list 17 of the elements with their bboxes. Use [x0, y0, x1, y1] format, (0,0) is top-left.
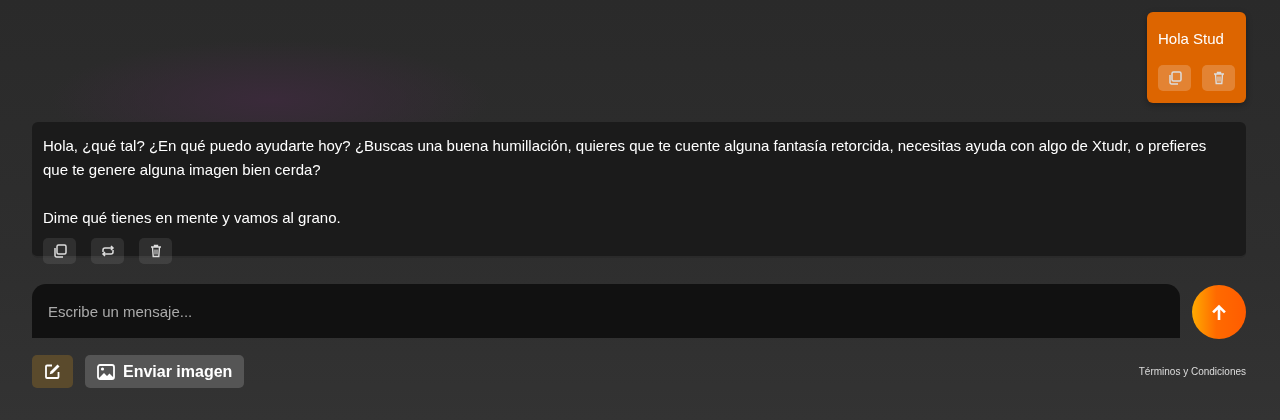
message-input[interactable]: Escribe un mensaje... — [32, 284, 1180, 338]
repeat-icon — [99, 243, 116, 259]
send-button[interactable] — [1192, 285, 1246, 339]
copy-button[interactable] — [43, 238, 76, 264]
edit-icon — [44, 363, 61, 380]
delete-button[interactable] — [139, 238, 172, 264]
send-image-button[interactable]: Enviar imagen — [85, 355, 245, 388]
message-text: Dime qué tienes en mente y vamos al grano. — [43, 208, 342, 228]
copy-icon — [51, 243, 68, 259]
message-text: Hola, ¿qué tal? ¿En qué puedo ayudarte hoy? ¿Buscas una buena humillación, quieres que te cuente alguna fantasía retorcida, necesitas ayuda con algo de Xtudr, o prefieres que te genere alguna imagen bien cerda? — [43, 136, 1208, 180]
regenerate-button[interactable] — [91, 238, 124, 264]
image-icon — [97, 363, 115, 380]
message-text: Hola Stud — [1158, 29, 1225, 49]
edit-button[interactable] — [32, 355, 73, 388]
copy-icon — [1166, 70, 1183, 86]
arrow-up-icon — [1212, 304, 1226, 320]
terms-link[interactable]: Términos y Condiciones — [1138, 366, 1246, 377]
